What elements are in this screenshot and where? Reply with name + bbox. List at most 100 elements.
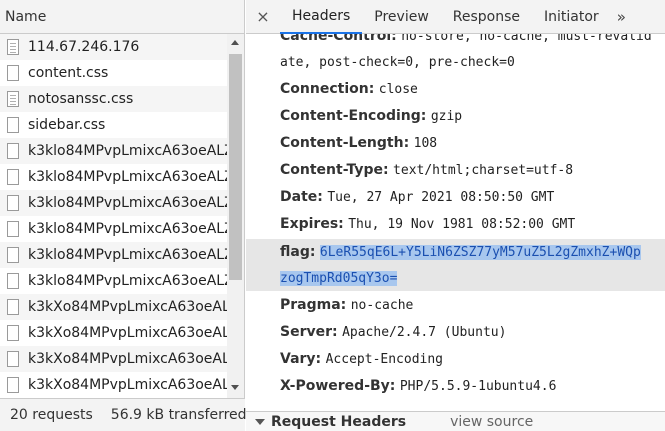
header-name: Content-Length:	[280, 135, 410, 151]
request-name: k3klo84MPvpLmixcA63oeALZ	[28, 143, 227, 159]
request-name: content.css	[28, 65, 109, 81]
header-value: ate, post-check=0, pre-check=0	[280, 55, 515, 70]
close-icon[interactable]: ×	[246, 0, 280, 33]
header-name: Expires:	[280, 216, 344, 232]
header-name: flag:	[280, 244, 316, 260]
header-row: Server: Apache/2.4.7 (Ubuntu)	[280, 319, 660, 346]
header-row: X-Powered-By: PHP/5.5.9-1ubuntu4.6	[280, 373, 660, 400]
file-icon	[7, 143, 19, 159]
header-value: Apache/2.4.7 (Ubuntu)	[342, 325, 507, 340]
request-row[interactable]: k3kXo84MPvpLmixcA63oeALh	[0, 320, 227, 346]
header-row: Content-Length: 108	[280, 130, 660, 157]
document-icon	[7, 39, 19, 55]
request-name: notosanssc.css	[28, 91, 134, 107]
request-row[interactable]: k3klo84MPvpLmixcA63oeALZ	[0, 138, 227, 164]
header-name: Connection:	[280, 81, 375, 97]
file-icon	[7, 377, 19, 393]
request-row[interactable]: k3klo84MPvpLmixcA63oeALZ	[0, 242, 227, 268]
file-icon	[7, 169, 19, 185]
response-headers: Cache-Control: no-store, no-cache, must-…	[246, 34, 665, 404]
request-name: k3klo84MPvpLmixcA63oeALZ	[28, 221, 227, 237]
file-icon	[7, 117, 19, 133]
header-name: Content-Type:	[280, 162, 389, 178]
request-row[interactable]: k3kXo84MPvpLmixcA63oeALh	[0, 294, 227, 320]
header-value: close	[378, 82, 418, 97]
transferred-size: 56.9 kB transferred	[110, 407, 247, 423]
request-name: k3kXo84MPvpLmixcA63oeALh	[28, 325, 227, 341]
header-row: Expires: Thu, 19 Nov 1981 08:52:00 GMT	[280, 211, 660, 238]
details-tabbar: × Headers Preview Response Initiator »	[246, 0, 665, 34]
tab-preview[interactable]: Preview	[362, 0, 441, 33]
scrollbar-thumb[interactable]	[229, 54, 242, 280]
header-name: X-Powered-By:	[280, 378, 396, 394]
request-list-scrollbar[interactable]	[227, 34, 244, 398]
header-name: Server:	[280, 324, 338, 340]
request-name: k3kXo84MPvpLmixcA63oeALh	[28, 351, 227, 367]
scroll-down-arrow-icon[interactable]	[231, 385, 239, 390]
header-value: no-cache	[350, 298, 414, 313]
request-list: 114.67.246.176 content.css notosanssc.cs…	[0, 34, 227, 398]
request-name: 114.67.246.176	[28, 39, 140, 55]
request-name: k3klo84MPvpLmixcA63oeALZ	[28, 195, 227, 211]
request-row[interactable]: k3klo84MPvpLmixcA63oeALZ	[0, 216, 227, 242]
request-row[interactable]: notosanssc.css	[0, 86, 227, 112]
file-icon	[7, 65, 19, 81]
triangle-down-icon[interactable]	[255, 418, 265, 425]
tab-initiator[interactable]: Initiator	[532, 0, 611, 33]
file-icon	[7, 325, 19, 341]
file-icon	[7, 299, 19, 315]
request-name: k3klo84MPvpLmixcA63oeALZ	[28, 169, 227, 185]
header-row: Content-Type: text/html;charset=utf-8	[280, 157, 660, 184]
header-value: no-store, no-cache, must-revalid	[401, 34, 652, 44]
request-name: k3klo84MPvpLmixcA63oeALZ	[28, 273, 227, 289]
file-icon	[7, 273, 19, 289]
header-value: Accept-Encoding	[325, 352, 444, 367]
file-icon	[7, 221, 19, 237]
request-row[interactable]: 114.67.246.176	[0, 34, 227, 60]
request-row[interactable]: k3klo84MPvpLmixcA63oeALZ	[0, 268, 227, 294]
request-row[interactable]: k3klo84MPvpLmixcA63oeALZ	[0, 190, 227, 216]
view-source-link[interactable]: view source	[450, 414, 533, 430]
request-name: k3kXo84MPvpLmixcA63oeALh	[28, 377, 227, 393]
request-headers-section[interactable]: Request Headers view source	[246, 411, 665, 431]
header-row: Pragma: no-cache	[280, 292, 660, 319]
header-name: Vary:	[280, 351, 322, 367]
tab-response[interactable]: Response	[441, 0, 532, 33]
header-row: Connection: close	[280, 76, 660, 103]
header-row-flag-continued[interactable]: zogTmpRd05qY3o=	[280, 265, 660, 292]
header-row-cache-control: Cache-Control: no-store, no-cache, must-…	[280, 34, 660, 50]
flag-value-selected[interactable]: zogTmpRd05qY3o=	[280, 271, 398, 286]
request-name: sidebar.css	[28, 117, 106, 133]
file-icon	[7, 247, 19, 263]
header-name: Content-Encoding:	[280, 108, 427, 124]
request-row[interactable]: sidebar.css	[0, 112, 227, 138]
more-tabs-chevron-icon[interactable]: »	[611, 0, 633, 33]
header-row: Content-Encoding: gzip	[280, 103, 660, 130]
file-icon	[7, 195, 19, 211]
request-details-panel: × Headers Preview Response Initiator » C…	[246, 0, 665, 431]
header-value: text/html;charset=utf-8	[393, 163, 574, 178]
request-list-panel: Name 114.67.246.176 content.css notosans…	[0, 0, 247, 431]
header-name: Cache-Control:	[280, 34, 397, 44]
header-value: 108	[413, 136, 438, 151]
header-row: Date: Tue, 27 Apr 2021 08:50:50 GMT	[280, 184, 660, 211]
scroll-up-arrow-icon[interactable]	[231, 40, 239, 45]
header-name: Pragma:	[280, 297, 347, 313]
flag-value-selected[interactable]: 6LeR55qE6L+Y5LiN6ZSZ77yM57uZ5L2gZmxhZ+WQ…	[319, 245, 641, 260]
tab-headers[interactable]: Headers	[280, 0, 363, 34]
header-row: Vary: Accept-Encoding	[280, 346, 660, 373]
network-status-bar: 20 requests 56.9 kB transferred	[0, 398, 247, 431]
file-icon	[7, 351, 19, 367]
name-column-header[interactable]: Name	[0, 0, 244, 34]
header-row-flag[interactable]: flag: 6LeR55qE6L+Y5LiN6ZSZ77yM57uZ5L2gZm…	[280, 239, 660, 266]
request-name: k3kXo84MPvpLmixcA63oeALh	[28, 299, 227, 315]
header-name: Date:	[280, 189, 323, 205]
request-headers-title[interactable]: Request Headers	[271, 414, 406, 430]
request-row[interactable]: k3kXo84MPvpLmixcA63oeALh	[0, 372, 227, 398]
request-row[interactable]: content.css	[0, 60, 227, 86]
request-row[interactable]: k3klo84MPvpLmixcA63oeALZ	[0, 164, 227, 190]
request-count: 20 requests	[10, 407, 93, 423]
header-value: PHP/5.5.9-1ubuntu4.6	[399, 379, 557, 394]
header-value: gzip	[430, 109, 463, 124]
request-row[interactable]: k3kXo84MPvpLmixcA63oeALh	[0, 346, 227, 372]
